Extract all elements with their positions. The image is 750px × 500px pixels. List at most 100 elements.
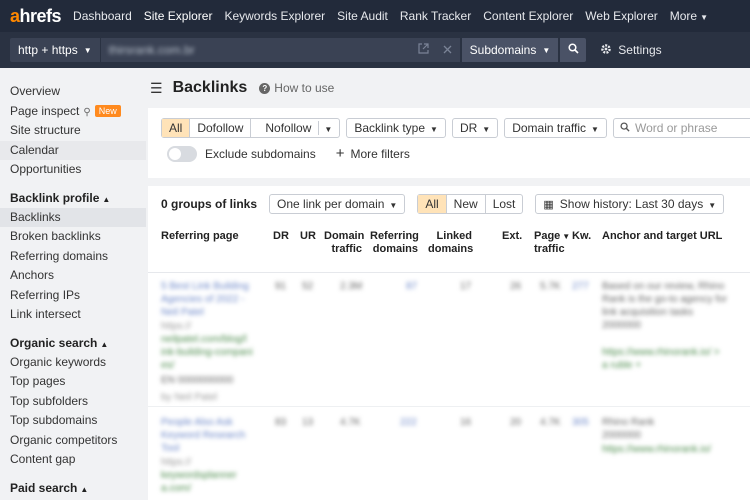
col-linked-domains[interactable]: Linked domains xyxy=(428,230,473,256)
clear-icon[interactable] xyxy=(443,43,452,57)
text-line: neilpatel.com/blog/l xyxy=(161,334,247,345)
nav-site-audit[interactable]: Site Audit xyxy=(337,9,388,23)
section-label: Paid search xyxy=(10,480,78,495)
link-type-dofollow[interactable]: Dofollow xyxy=(190,119,252,137)
sidebar-item-broken-backlinks[interactable]: Broken backlinks xyxy=(0,227,146,247)
cell-dr: 83 xyxy=(275,417,287,428)
text-line: es/ xyxy=(161,360,175,371)
ahrefs-logo[interactable]: ahrefs xyxy=(10,6,62,27)
status-new[interactable]: New xyxy=(447,195,486,213)
col-referring-domains[interactable]: Referring domains xyxy=(370,230,419,256)
domain-traffic-dropdown[interactable]: Domain traffic ▼ xyxy=(504,118,607,138)
sidebar-item-referring-ips[interactable]: Referring IPs xyxy=(0,286,146,306)
sidebar-item-organic-competitors[interactable]: Organic competitors xyxy=(0,431,146,451)
cell-ext: 26 xyxy=(510,281,522,292)
nav-more[interactable]: More ▼ xyxy=(670,9,708,23)
cell-referring-domains[interactable]: 222 xyxy=(400,416,417,429)
col-dr[interactable]: DR xyxy=(273,230,289,243)
referring-page-url[interactable]: neilpatel.com/blog/l ink-building-compani… xyxy=(161,333,271,372)
nav-keywords-explorer[interactable]: Keywords Explorer xyxy=(224,9,325,23)
protocol-dropdown[interactable]: http + https ▼ xyxy=(10,38,100,62)
menu-icon[interactable]: ☰ xyxy=(150,80,163,97)
col-referring-page[interactable]: Referring page xyxy=(161,230,239,243)
external-link-icon[interactable] xyxy=(418,43,429,57)
text-line: Agencies of 2022 - xyxy=(161,294,245,305)
link-type-nofollow[interactable]: Nofollow ▼ xyxy=(251,119,339,137)
text-line: 5 Best Link Building xyxy=(161,281,249,292)
sidebar-item-top-subfolders[interactable]: Top subfolders xyxy=(0,392,146,412)
link-per-domain-dropdown[interactable]: One link per domain ▼ xyxy=(269,194,406,214)
col-anchor-target[interactable]: Anchor and target URL xyxy=(602,230,722,243)
sidebar-section-backlink-profile[interactable]: Backlink profile ▲ xyxy=(0,188,146,208)
target-url-input[interactable]: thirsrank.com.br xyxy=(99,38,460,62)
sidebar-item-opportunities[interactable]: Opportunities xyxy=(0,160,146,180)
caret-down-icon: ▼ xyxy=(591,125,599,134)
text-line: Neil Patel xyxy=(161,307,204,318)
sidebar-item-calendar[interactable]: Calendar xyxy=(0,140,146,160)
gear-icon xyxy=(600,43,612,58)
sidebar-item-overview[interactable]: Overview xyxy=(0,82,146,102)
caret-down-icon: ▼ xyxy=(700,13,709,22)
sidebar-item-organic-keywords[interactable]: Organic keywords xyxy=(0,353,146,373)
mode-dropdown[interactable]: Subdomains ▼ xyxy=(461,38,559,62)
dr-dropdown[interactable]: DR ▼ xyxy=(451,118,499,138)
sidebar-section-paid-search[interactable]: Paid search ▲ xyxy=(0,478,146,498)
word-phrase-input[interactable] xyxy=(612,118,750,138)
cell-domain-traffic: 4.7K xyxy=(340,417,361,428)
cell-referring-domains[interactable]: 87 xyxy=(406,280,417,293)
more-filters-button[interactable]: + More filters xyxy=(336,146,410,161)
cell-keywords[interactable]: 277 xyxy=(572,280,589,293)
exclude-subdomains-toggle[interactable] xyxy=(167,146,197,162)
col-page-traffic[interactable]: Page ▼ traffic xyxy=(534,230,570,256)
header-line: Linked xyxy=(436,230,472,242)
caret-down-icon: ▼ xyxy=(542,45,551,55)
backlink-type-dropdown[interactable]: Backlink type ▼ xyxy=(346,118,446,138)
col-ext[interactable]: Ext. xyxy=(502,230,522,243)
sidebar-section-organic-search[interactable]: Organic search ▲ xyxy=(0,333,146,353)
link-type-all[interactable]: All xyxy=(162,119,191,137)
status-lost[interactable]: Lost xyxy=(486,195,523,213)
nav-more-label: More xyxy=(669,9,698,23)
exclude-subdomains-label: Exclude subdomains xyxy=(205,147,316,161)
referring-page-url[interactable]: keywordsplanner a.com/ xyxy=(161,469,271,495)
status-all[interactable]: All xyxy=(418,195,447,213)
calendar-icon: ▦ xyxy=(543,199,554,211)
caret-down-icon: ▼ xyxy=(324,125,333,134)
sidebar-item-site-structure[interactable]: Site structure xyxy=(0,121,146,141)
target-url[interactable]: https://www.rhinorank.io/ xyxy=(602,443,750,456)
sidebar-item-anchors[interactable]: Anchors xyxy=(0,266,146,286)
anchor-text: Rhino Rank 2000000 xyxy=(602,416,750,442)
page-meta: EN 0000000000 xyxy=(161,375,234,386)
text-line: https://www.rhinorank.io/ > xyxy=(602,347,720,358)
nav-rank-tracker[interactable]: Rank Tracker xyxy=(400,9,471,23)
sidebar-item-referring-domains[interactable]: Referring domains xyxy=(0,247,146,267)
history-dropdown[interactable]: ▦ Show history: Last 30 days ▼ xyxy=(535,194,725,214)
col-ur[interactable]: UR xyxy=(300,230,316,243)
sidebar-item-top-pages[interactable]: Top pages xyxy=(0,372,146,392)
top-nav: ahrefs Dashboard Site Explorer Keywords … xyxy=(0,0,750,32)
word-phrase-field[interactable] xyxy=(634,121,750,135)
target-url[interactable]: https://www.rhinorank.io/ > a ruble + xyxy=(602,346,750,372)
section-label: Backlink profile xyxy=(10,190,100,205)
sidebar-item-top-subdomains[interactable]: Top subdomains xyxy=(0,411,146,431)
how-to-use-link[interactable]: ? How to use xyxy=(259,81,334,95)
referring-page-title[interactable]: People Also Ask Keyword Research Tool xyxy=(161,416,271,455)
nav-site-explorer[interactable]: Site Explorer xyxy=(144,9,213,23)
nav-web-explorer[interactable]: Web Explorer xyxy=(585,9,657,23)
sort-desc-icon: ▼ xyxy=(562,232,571,241)
col-keywords[interactable]: Kw. xyxy=(572,230,591,243)
sidebar-item-page-inspect[interactable]: Page inspect ⚲ New xyxy=(0,102,146,122)
referring-page-title[interactable]: 5 Best Link Building Agencies of 2022 - Ne… xyxy=(161,280,271,319)
search-button[interactable] xyxy=(560,38,587,62)
cell-ext: 20 xyxy=(510,417,522,428)
settings-button[interactable]: Settings xyxy=(600,43,662,58)
sidebar-item-link-intersect[interactable]: Link intersect xyxy=(0,305,146,325)
cell-keywords[interactable]: 305 xyxy=(572,416,589,429)
sidebar-item-backlinks[interactable]: Backlinks xyxy=(0,207,146,227)
nav-dashboard[interactable]: Dashboard xyxy=(73,9,132,23)
nav-content-explorer[interactable]: Content Explorer xyxy=(483,9,573,23)
col-domain-traffic[interactable]: Domain traffic xyxy=(324,230,364,256)
text-line: Rhino Rank xyxy=(602,417,655,428)
dr-label: DR xyxy=(459,121,478,135)
sidebar-item-content-gap[interactable]: Content gap xyxy=(0,450,146,470)
